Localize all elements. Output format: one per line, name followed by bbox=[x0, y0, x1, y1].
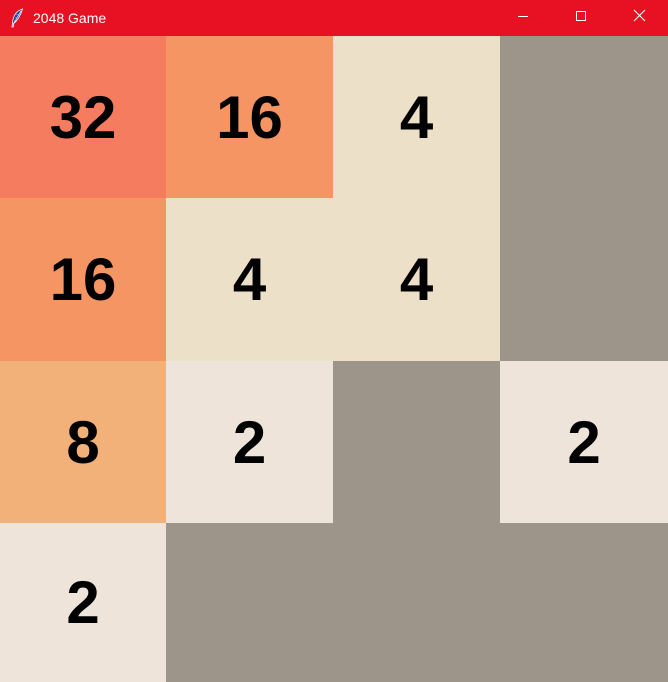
tile: 16 bbox=[0, 198, 166, 361]
close-button[interactable] bbox=[610, 0, 668, 36]
tile: 2 bbox=[500, 361, 668, 523]
tile: 2 bbox=[166, 361, 333, 523]
minimize-icon bbox=[517, 9, 529, 27]
empty-cell bbox=[500, 36, 668, 198]
empty-cell bbox=[333, 523, 500, 682]
empty-cell bbox=[333, 361, 500, 523]
empty-cell bbox=[500, 198, 668, 361]
tile: 32 bbox=[0, 36, 166, 198]
tile: 2 bbox=[0, 523, 166, 682]
tile: 8 bbox=[0, 361, 166, 523]
minimize-button[interactable] bbox=[494, 0, 552, 36]
title-bar[interactable]: 2048 Game bbox=[0, 0, 668, 36]
maximize-icon bbox=[575, 9, 587, 27]
tile: 4 bbox=[333, 198, 500, 361]
game-board[interactable]: 32 16 4 16 4 4 8 2 2 2 bbox=[0, 36, 668, 682]
close-icon bbox=[633, 9, 646, 27]
tile: 16 bbox=[166, 36, 333, 198]
empty-cell bbox=[166, 523, 333, 682]
empty-cell bbox=[500, 523, 668, 682]
feather-icon bbox=[0, 0, 34, 36]
window-controls bbox=[494, 0, 668, 36]
tile: 4 bbox=[166, 198, 333, 361]
game-window: 2048 Game 32 16 4 16 4 4 8 2 2 2 bbox=[0, 0, 668, 682]
tile: 4 bbox=[333, 36, 500, 198]
maximize-button[interactable] bbox=[552, 0, 610, 36]
window-title: 2048 Game bbox=[33, 10, 107, 26]
